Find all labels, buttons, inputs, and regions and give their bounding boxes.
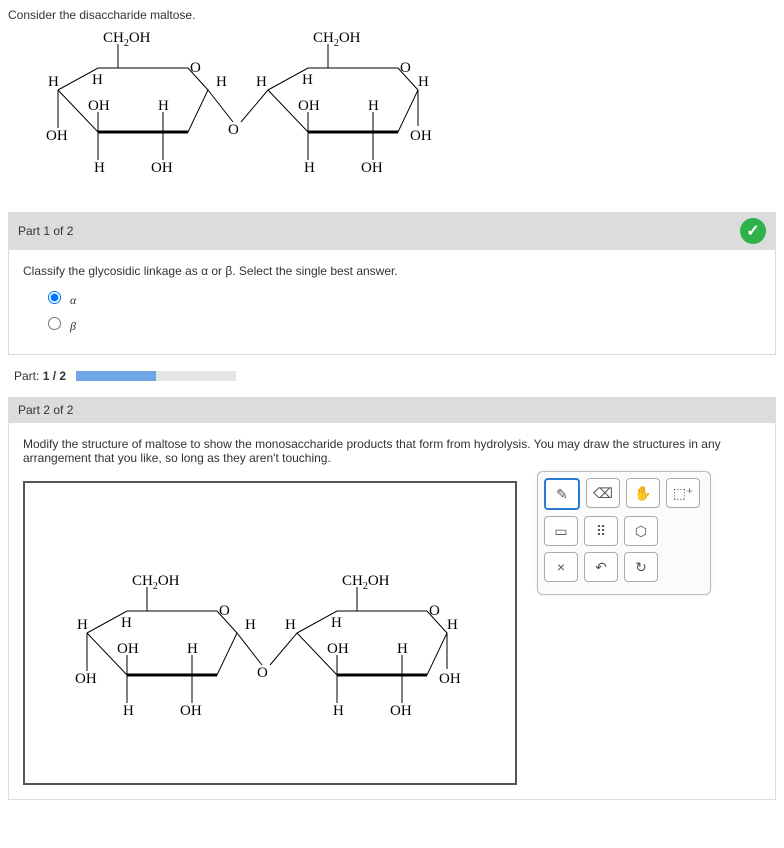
rect-tool-button[interactable]: ▭	[544, 516, 578, 546]
svg-text:OH: OH	[117, 641, 139, 657]
svg-text:H: H	[397, 641, 408, 657]
option-alpha[interactable]: α	[43, 288, 761, 308]
svg-text:OH: OH	[88, 98, 110, 114]
svg-text:H: H	[158, 98, 169, 114]
svg-text:H: H	[331, 615, 342, 631]
eraser-tool-button[interactable]: ⌫	[586, 478, 620, 508]
svg-text:OH: OH	[151, 160, 173, 176]
part1-header: Part 1 of 2 ✓	[8, 212, 776, 250]
svg-text:CH2OH: CH2OH	[132, 573, 180, 592]
hand-icon: ✋	[634, 485, 651, 502]
svg-text:OH: OH	[298, 98, 320, 114]
radio-alpha[interactable]	[48, 291, 61, 304]
part2-header: Part 2 of 2	[8, 397, 776, 423]
radio-beta[interactable]	[48, 317, 61, 330]
part2-question: Modify the structure of maltose to show …	[23, 437, 761, 465]
pencil-icon: ✎	[556, 486, 568, 503]
svg-text:H: H	[77, 617, 88, 633]
lewis-icon: ⠿	[596, 523, 606, 540]
option-beta-label: β	[70, 319, 76, 333]
svg-text:H: H	[418, 74, 429, 90]
expand-icon: ⬚⁺	[673, 485, 694, 502]
svg-text:H: H	[245, 617, 256, 633]
svg-text:H: H	[285, 617, 296, 633]
expand-tool-button[interactable]: ⬚⁺	[666, 478, 700, 508]
drawing-canvas[interactable]: CH2OH O H OH OH H H OH H O	[23, 481, 517, 785]
progress-row: Part: 1 / 2	[8, 369, 776, 383]
svg-text:OH: OH	[180, 703, 202, 719]
redo-icon: ↻	[635, 559, 647, 576]
svg-text:H: H	[48, 74, 59, 90]
svg-text:H: H	[123, 703, 134, 719]
svg-text:O: O	[257, 665, 268, 681]
svg-text:H: H	[447, 617, 458, 633]
svg-text:H: H	[92, 72, 103, 88]
svg-text:O: O	[190, 60, 201, 76]
svg-text:H: H	[256, 74, 267, 90]
progress-label: Part: 1 / 2	[14, 369, 66, 383]
part2-body: Modify the structure of maltose to show …	[8, 423, 776, 800]
svg-text:OH: OH	[390, 703, 412, 719]
option-alpha-label: α	[70, 293, 76, 307]
svg-text:OH: OH	[75, 671, 97, 687]
close-icon: ×	[557, 559, 565, 575]
part1-header-label: Part 1 of 2	[18, 224, 73, 238]
eraser-icon: ⌫	[593, 485, 613, 502]
svg-text:H: H	[216, 74, 227, 90]
svg-text:OH: OH	[439, 671, 461, 687]
svg-text:H: H	[368, 98, 379, 114]
svg-text:H: H	[302, 72, 313, 88]
ring-tool-button[interactable]: ⬡	[624, 516, 658, 546]
hand-tool-button[interactable]: ✋	[626, 478, 660, 508]
option-beta[interactable]: β	[43, 314, 761, 334]
maltose-structure: CH2OH O H OH OH H H OH H O H H CH2OH O O…	[38, 32, 776, 192]
progress-bar	[76, 371, 236, 381]
svg-text:OH: OH	[327, 641, 349, 657]
svg-text:O: O	[429, 603, 440, 619]
svg-text:OH: OH	[46, 128, 68, 144]
svg-text:H: H	[187, 641, 198, 657]
svg-text:CH2OH: CH2OH	[342, 573, 390, 592]
ring-icon: ⬡	[635, 523, 647, 540]
svg-text:O: O	[400, 60, 411, 76]
undo-icon: ↶	[595, 559, 607, 576]
svg-text:H: H	[94, 160, 105, 176]
drawing-toolbox: ✎ ⌫ ✋ ⬚⁺ ▭ ⠿ ⬡ × ↶ ↻	[537, 471, 711, 595]
part1-question: Classify the glycosidic linkage as α or …	[23, 264, 761, 278]
rect-icon: ▭	[554, 523, 567, 540]
svg-text:CH2OH: CH2OH	[103, 32, 151, 49]
svg-text:H: H	[121, 615, 132, 631]
intro-text: Consider the disaccharide maltose.	[8, 8, 776, 22]
undo-button[interactable]: ↶	[584, 552, 618, 582]
lewis-tool-button[interactable]: ⠿	[584, 516, 618, 546]
clear-tool-button[interactable]: ×	[544, 552, 578, 582]
redo-button[interactable]: ↻	[624, 552, 658, 582]
svg-text:H: H	[333, 703, 344, 719]
svg-text:O: O	[219, 603, 230, 619]
pencil-tool-button[interactable]: ✎	[544, 478, 580, 510]
part2-header-label: Part 2 of 2	[18, 403, 73, 417]
svg-text:CH2OH: CH2OH	[313, 32, 361, 49]
svg-text:OH: OH	[361, 160, 383, 176]
svg-text:OH: OH	[410, 128, 432, 144]
part1-body: Classify the glycosidic linkage as α or …	[8, 250, 776, 355]
svg-text:H: H	[304, 160, 315, 176]
correct-badge-icon: ✓	[740, 218, 766, 244]
svg-text:O: O	[228, 122, 239, 138]
